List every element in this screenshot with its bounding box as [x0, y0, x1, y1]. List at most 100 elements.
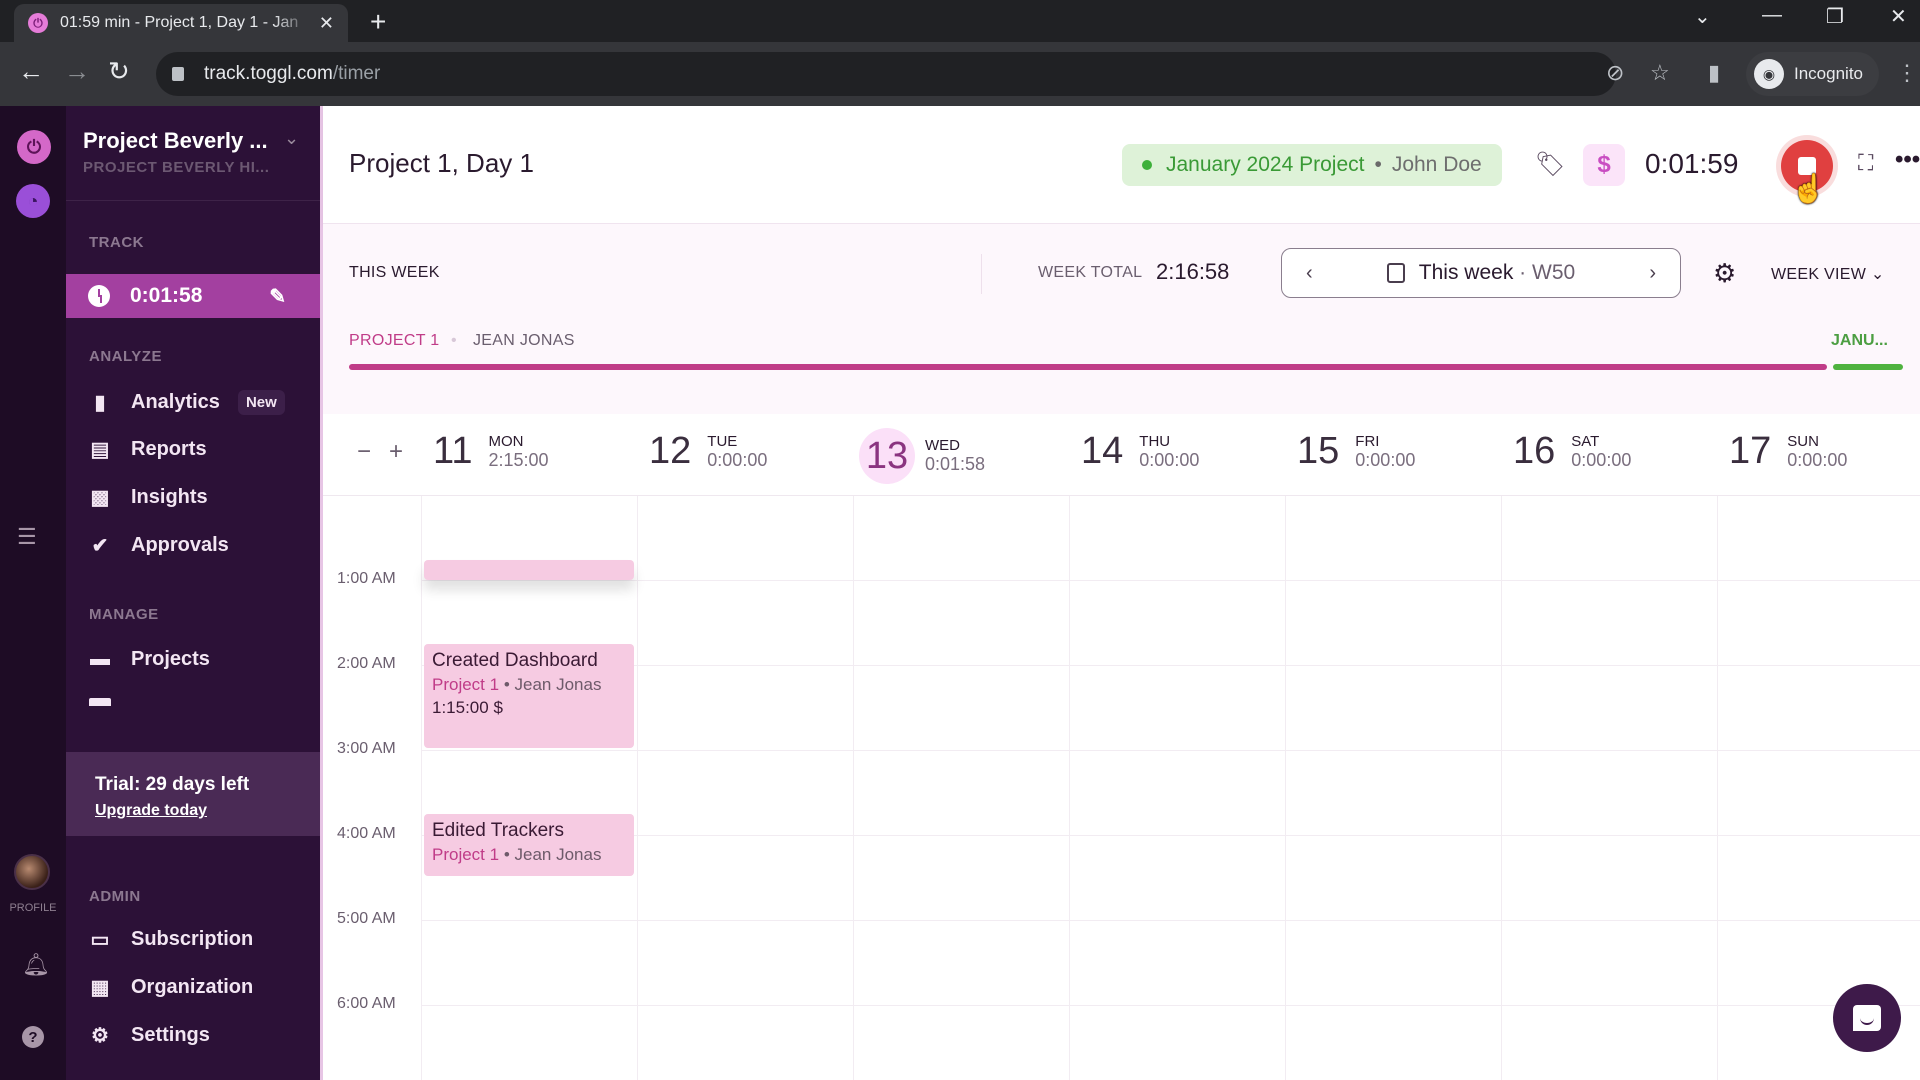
next-week-button[interactable]: › [1625, 262, 1680, 285]
sidebar-item-subscription[interactable]: ▭ Subscription [89, 928, 254, 951]
project-1-share-bar [349, 364, 1827, 370]
day-duration: 0:00:00 [1571, 449, 1632, 470]
new-tab-button[interactable]: + [370, 6, 386, 38]
project-name: January 2024 Project [1166, 153, 1365, 176]
sidebar-item-label: Settings [131, 1024, 210, 1046]
expand-icon[interactable]: ⛶ [1858, 150, 1873, 176]
zoom-in-button[interactable]: + [389, 438, 403, 466]
pencil-icon[interactable]: ✎ [269, 284, 286, 309]
hour-gridline [421, 835, 1920, 836]
side-panel-icon[interactable]: ▮ [1708, 60, 1720, 86]
browser-menu-icon[interactable]: ⋮ [1896, 60, 1918, 86]
help-icon[interactable]: ? [22, 1026, 44, 1048]
day-header-mon[interactable]: 11 MON 2:15:00 [427, 428, 549, 475]
sidebar: Project Beverly ... ⌄ PROJECT BEVERLY HI… [66, 106, 320, 1080]
eye-off-icon[interactable]: ⊘ [1606, 60, 1624, 86]
day-header-fri[interactable]: 15 FRI 0:00:00 [1291, 428, 1415, 475]
week-picker[interactable]: ‹ This week · W50 › [1281, 248, 1681, 298]
week-summary: THIS WEEK WEEK TOTAL 2:16:58 ‹ This week… [323, 224, 1920, 414]
hour-gridline [421, 920, 1920, 921]
calendar-icon [1386, 263, 1405, 283]
avatar[interactable] [14, 854, 50, 890]
browser-tab[interactable]: ⏻ 01:59 min - Project 1, Day 1 - Jan ✕ [14, 4, 348, 42]
building-icon: ▦ [90, 977, 110, 999]
day-name: TUE [707, 432, 738, 450]
hour-gridline [421, 665, 1920, 666]
sidebar-item-projects[interactable]: ▬ Projects [89, 648, 210, 671]
close-window-button[interactable]: ✕ [1890, 4, 1907, 29]
more-options-icon[interactable]: ••• [1895, 146, 1920, 174]
day-header-sat[interactable]: 16 SAT 0:00:00 [1507, 428, 1631, 475]
view-selector[interactable]: WEEK VIEW ⌄ [1771, 264, 1885, 284]
workspace-name[interactable]: Project Beverly ... [83, 128, 268, 154]
close-tab-icon[interactable]: ✕ [319, 13, 334, 34]
sidebar-item-timer[interactable]: 0:01:58 ✎ [66, 274, 320, 318]
hour-label: 3:00 AM [337, 740, 396, 757]
day-name: FRI [1355, 432, 1380, 450]
calendar-entry[interactable]: Edited Trackers Project 1 • Jean Jonas [424, 814, 634, 876]
day-duration: 2:15:00 [488, 449, 549, 470]
toggl-plan-logo-icon[interactable]: ◔ [16, 184, 50, 218]
calendar-grid[interactable]: 7:00 AM6:00 AM5:00 AM4:00 AM3:00 AM2:00 … [323, 496, 1920, 1080]
sidebar-item-clipped[interactable] [89, 698, 289, 706]
calendar-entry[interactable]: Created Dashboard Project 1 • Jean Jonas… [424, 644, 634, 748]
entry-title: Edited Trackers [432, 820, 564, 841]
this-week-label: THIS WEEK [349, 264, 440, 281]
back-icon[interactable]: ← [18, 56, 44, 87]
restore-button[interactable]: ❐ [1826, 4, 1844, 29]
section-analyze: ANALYZE [89, 348, 162, 365]
project-breakdown-project: PROJECT 1 [349, 332, 440, 349]
day-name: SUN [1787, 432, 1819, 450]
section-track: TRACK [89, 234, 144, 251]
day-header-sun[interactable]: 17 SUN 0:00:00 [1723, 428, 1847, 475]
time-entry-description[interactable]: Project 1, Day 1 [349, 148, 534, 179]
upgrade-link[interactable]: Upgrade today [95, 802, 320, 820]
zoom-controls: − + [357, 438, 403, 466]
report-icon: ▤ [90, 439, 110, 461]
section-admin: ADMIN [89, 888, 141, 905]
entry-title: Created Dashboard [432, 650, 598, 671]
bookmark-star-icon[interactable]: ☆ [1650, 60, 1670, 86]
sidebar-item-reports[interactable]: ▤ Reports [89, 438, 207, 461]
day-name: SAT [1571, 432, 1600, 450]
sidebar-item-organization[interactable]: ▦ Organization [89, 976, 254, 999]
day-name: MON [488, 432, 524, 450]
view-selector-label: WEEK VIEW [1771, 266, 1867, 283]
zoom-out-button[interactable]: − [357, 438, 371, 466]
day-header-wed[interactable]: 13 WED 0:01:58 [859, 428, 985, 484]
sidebar-item-label: Approvals [131, 534, 229, 556]
day-column-divider [1285, 496, 1286, 1080]
day-column-divider [1069, 496, 1070, 1080]
forward-icon[interactable]: → [64, 56, 90, 87]
billable-toggle[interactable]: $ [1583, 144, 1625, 186]
collapse-sidebar-icon[interactable]: ☰ [17, 524, 37, 550]
calendar-entry-placeholder[interactable] [424, 560, 634, 580]
day-column-divider [853, 496, 854, 1080]
chevron-down-icon[interactable]: ⌄ [284, 128, 299, 149]
toggl-track-logo-icon[interactable]: ⏻ [17, 130, 51, 164]
week-picker-label[interactable]: This week · W50 [1337, 261, 1626, 285]
calendar-settings-icon[interactable]: ⚙ [1713, 258, 1736, 289]
url-input[interactable]: track.toggl.com/timer [156, 52, 1616, 96]
bell-icon[interactable]: 🔔︎ [22, 952, 50, 978]
sidebar-item-approvals[interactable]: ✔ Approvals [89, 534, 229, 557]
incognito-icon: ◉ [1754, 59, 1784, 89]
project-chip[interactable]: January 2024 Project • John Doe [1122, 144, 1502, 186]
day-duration: 0:00:00 [1139, 449, 1200, 470]
check-circle-icon: ✔ [91, 535, 109, 557]
incognito-badge[interactable]: ◉ Incognito [1746, 52, 1879, 96]
chat-support-button[interactable] [1833, 984, 1901, 1052]
minimize-button[interactable]: — [1762, 4, 1782, 27]
address-bar: ← → ↻ track.toggl.com/timer ⊘ ☆ ▮ ◉ Inco… [0, 42, 1920, 106]
sidebar-item-analytics[interactable]: ▮ Analytics New [89, 390, 285, 415]
tag-icon[interactable]: 🏷︎ [1535, 150, 1565, 179]
sidebar-item-settings[interactable]: ⚙ Settings [89, 1024, 210, 1047]
sidebar-item-insights[interactable]: ▩ Insights [89, 486, 208, 509]
tab-search-icon[interactable]: ⌄ [1694, 4, 1711, 29]
reload-icon[interactable]: ↻ [108, 56, 130, 87]
day-header-thu[interactable]: 14 THU 0:00:00 [1075, 428, 1199, 475]
bar-chart-icon: ▮ [94, 392, 106, 414]
day-header-tue[interactable]: 12 TUE 0:00:00 [643, 428, 767, 475]
credit-card-icon: ▭ [90, 929, 110, 951]
previous-week-button[interactable]: ‹ [1282, 262, 1337, 285]
